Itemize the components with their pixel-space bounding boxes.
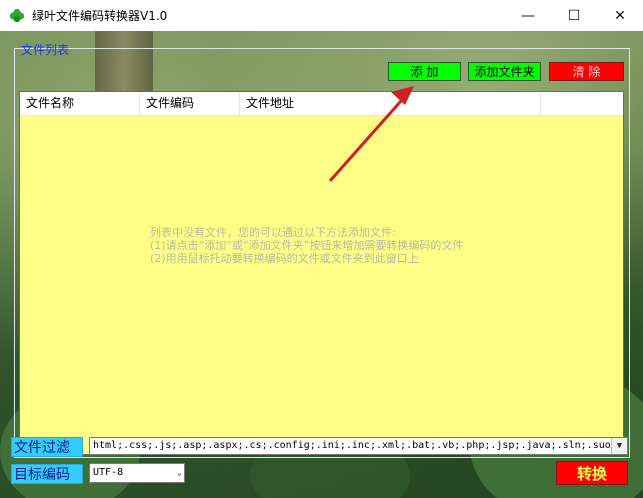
target-encoding-select[interactable]: UTF-8 ⌄ xyxy=(89,463,185,483)
hint-line: (2)用用鼠标托动要转换编码的文件或文件夹到此窗口上 xyxy=(150,252,419,265)
empty-list-hint: 列表中没有文件，您的可以通过以下方法添加文件: (1)请点击“添加”或“添加文件… xyxy=(150,226,463,265)
convert-button[interactable]: 转换 xyxy=(556,461,628,485)
file-list-table[interactable]: 文件名称 文件编码 文件地址 列表中没有文件，您的可以通过以下方法添加文件: (… xyxy=(19,91,624,455)
title-bar: 绿叶文件编码转换器V1.0 — ☐ ✕ xyxy=(0,0,643,31)
maximize-button[interactable]: ☐ xyxy=(551,0,597,31)
clear-button[interactable]: 清 除 xyxy=(549,62,624,81)
filter-combobox[interactable]: html;.css;.js;.asp;.aspx;.cs;.config;.in… xyxy=(89,437,628,455)
hint-line: 列表中没有文件，您的可以通过以下方法添加文件: xyxy=(150,226,396,239)
column-header-filename[interactable]: 文件名称 xyxy=(20,92,140,115)
add-button[interactable]: 添 加 xyxy=(388,62,461,81)
column-header-path[interactable]: 文件地址 xyxy=(240,92,541,115)
target-encoding-value: UTF-8 xyxy=(93,467,124,478)
filter-value: html;.css;.js;.asp;.aspx;.cs;.config;.in… xyxy=(93,440,611,451)
filter-label: 文件过滤 xyxy=(11,437,83,457)
target-encoding-label: 目标编码 xyxy=(11,464,83,484)
hint-line: (1)请点击“添加”或“添加文件夹”按钮来增加需要转换编码的文件 xyxy=(150,239,464,252)
add-folder-button[interactable]: 添加文件夹 xyxy=(468,62,541,81)
column-header-encoding[interactable]: 文件编码 xyxy=(140,92,240,115)
minimize-button[interactable]: — xyxy=(505,0,551,31)
app-window: 绿叶文件编码转换器V1.0 — ☐ ✕ 文件列表 添 加 添加文件夹 清 除 文… xyxy=(0,0,643,498)
main-panel: 文件列表 添 加 添加文件夹 清 除 文件名称 文件编码 文件地址 列表中没有文… xyxy=(0,31,643,498)
table-header: 文件名称 文件编码 文件地址 xyxy=(20,92,623,116)
file-list-group-label: 文件列表 xyxy=(21,43,70,57)
chevron-down-icon: ⌄ xyxy=(176,468,182,478)
column-header-extra[interactable] xyxy=(541,92,623,115)
clover-icon xyxy=(9,8,25,23)
close-button[interactable]: ✕ xyxy=(597,0,643,31)
chevron-down-icon[interactable]: ▼ xyxy=(611,438,627,454)
window-title: 绿叶文件编码转换器V1.0 xyxy=(32,9,168,23)
